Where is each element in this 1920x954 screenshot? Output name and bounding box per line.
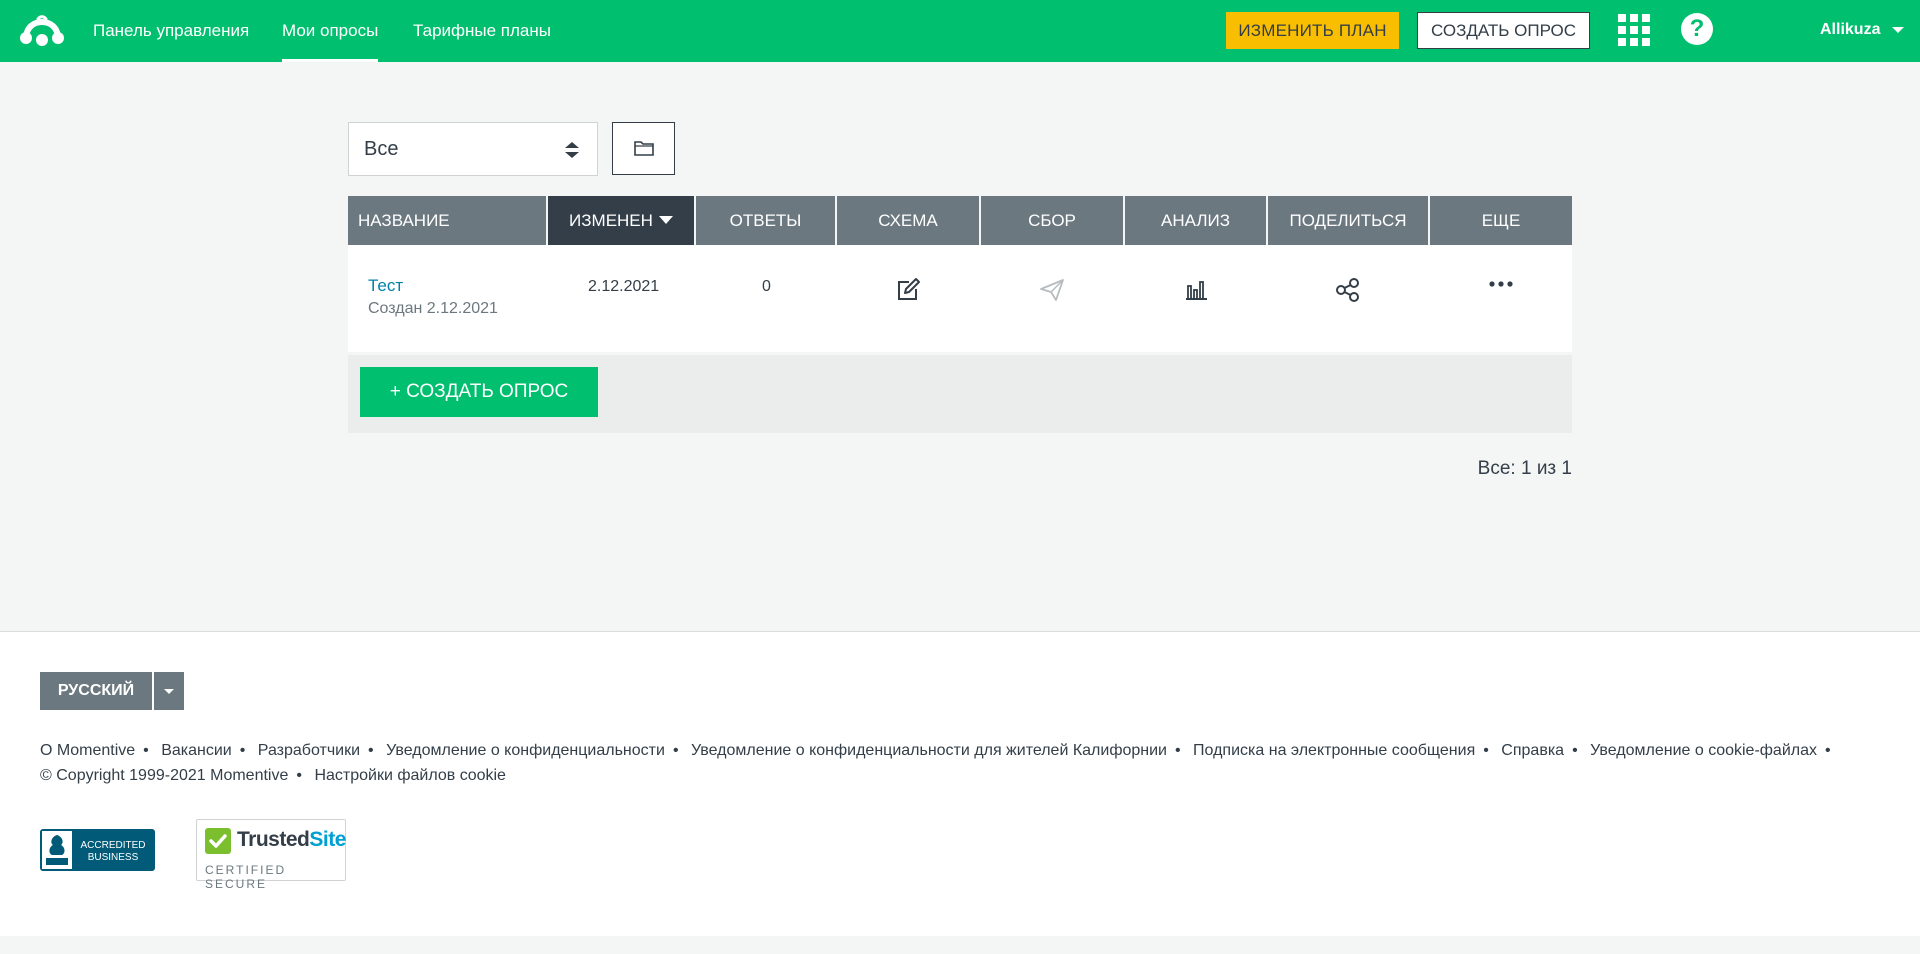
share-icon[interactable] xyxy=(1335,277,1361,303)
table-row: Тест Создан 2.12.2021 2.12.2021 0 xyxy=(348,245,1572,352)
footer-link-help[interactable]: Справка xyxy=(1501,742,1564,759)
copyright-text: © Copyright 1999-2021 Momentive xyxy=(40,767,289,784)
footer-link-email-opt-in[interactable]: Подписка на электронные сообщения xyxy=(1193,742,1475,759)
send-icon[interactable] xyxy=(1039,277,1065,303)
nav-plans-pricing[interactable]: Тарифные планы xyxy=(413,0,551,62)
footer-link-cookie-settings[interactable]: Настройки файлов cookie xyxy=(314,767,506,784)
caret-down-icon xyxy=(164,689,174,694)
footer-link-california-privacy[interactable]: Уведомление о конфиденциальности для жит… xyxy=(691,742,1167,759)
sort-arrows-icon xyxy=(565,142,579,158)
username-label: Allikuza xyxy=(1820,21,1881,38)
language-button[interactable]: РУССКИЙ xyxy=(40,672,152,710)
column-design: СХЕМА xyxy=(837,196,979,245)
trustedsite-subtitle: CERTIFIED SECURE xyxy=(205,863,287,891)
more-icon[interactable] xyxy=(1488,275,1514,301)
bbb-accredited-badge[interactable]: ACCREDITED BUSINESS xyxy=(40,829,155,871)
folder-button[interactable] xyxy=(612,122,675,175)
footer-link-careers[interactable]: Вакансии xyxy=(161,742,232,759)
column-modified[interactable]: ИЗМЕНЕН xyxy=(548,196,694,245)
column-title[interactable]: НАЗВАНИЕ xyxy=(348,196,546,245)
footer-link-developers[interactable]: Разработчики xyxy=(258,742,360,759)
create-survey-header-button[interactable]: СОЗДАТЬ ОПРОС xyxy=(1417,12,1590,49)
trustedsite-title: TrustedSite xyxy=(237,828,346,852)
pagination-summary: Все: 1 из 1 xyxy=(1477,458,1572,479)
footer-links: О Momentive • Вакансии • Разработчики • Уве… xyxy=(40,742,1831,784)
create-survey-bar: + СОЗДАТЬ ОПРОС xyxy=(348,355,1572,433)
nav-dashboard[interactable]: Панель управления xyxy=(93,0,249,62)
select-value: Все xyxy=(364,138,399,160)
survey-responses-count: 0 xyxy=(762,278,771,295)
survey-title-link[interactable]: Тест xyxy=(368,276,403,296)
column-share: ПОДЕЛИТЬСЯ xyxy=(1268,196,1428,245)
nav-my-surveys[interactable]: Мои опросы xyxy=(282,0,379,62)
user-account-menu[interactable]: Allikuza xyxy=(1820,0,1905,62)
edit-icon[interactable] xyxy=(895,277,921,303)
column-analyze: АНАЛИЗ xyxy=(1125,196,1266,245)
bbb-text-line1: ACCREDITED xyxy=(80,840,145,851)
surveymonkey-logo-icon[interactable] xyxy=(18,13,66,49)
create-survey-button[interactable]: + СОЗДАТЬ ОПРОС xyxy=(360,367,598,417)
survey-folder-select[interactable]: Все xyxy=(348,122,598,176)
column-more: ЕЩЕ xyxy=(1430,196,1572,245)
column-collect: СБОР xyxy=(981,196,1123,245)
column-responses[interactable]: ОТВЕТЫ xyxy=(696,196,835,245)
surveys-table: НАЗВАНИЕ ИЗМЕНЕН ОТВЕТЫ СХЕМА СБОР АНАЛИ… xyxy=(348,196,1572,433)
top-navigation-bar: Панель управления Мои опросы Тарифные пл… xyxy=(0,0,1920,62)
footer: РУССКИЙ О Momentive • Вакансии • Разработч… xyxy=(0,631,1920,936)
bar-chart-icon[interactable] xyxy=(1183,277,1209,303)
survey-created-date: Создан 2.12.2021 xyxy=(368,300,498,317)
footer-link-cookie-notice[interactable]: Уведомление о cookie-файлах xyxy=(1590,742,1817,759)
sort-desc-icon xyxy=(658,215,673,224)
bbb-text-line2: BUSINESS xyxy=(88,852,139,863)
footer-link-about[interactable]: О Momentive xyxy=(40,742,135,759)
trustedsite-title-b: Site xyxy=(309,828,346,851)
survey-modified-date: 2.12.2021 xyxy=(588,278,660,295)
bottom-strip xyxy=(0,936,1920,954)
table-header: НАЗВАНИЕ ИЗМЕНЕН ОТВЕТЫ СХЕМА СБОР АНАЛИ… xyxy=(348,196,1572,245)
column-modified-label: ИЗМЕНЕН xyxy=(569,211,653,230)
folder-icon xyxy=(634,141,654,156)
check-icon xyxy=(205,828,231,854)
trustedsite-title-a: Trusted xyxy=(237,828,310,851)
upgrade-plan-button[interactable]: ИЗМЕНИТЬ ПЛАН xyxy=(1226,12,1399,49)
apps-grid-icon[interactable] xyxy=(1618,14,1650,46)
footer-link-privacy[interactable]: Уведомление о конфиденциальности xyxy=(386,742,665,759)
help-icon[interactable]: ? xyxy=(1681,13,1713,45)
trustedsite-badge[interactable]: TrustedSite CERTIFIED SECURE xyxy=(196,819,346,891)
language-dropdown-toggle[interactable] xyxy=(154,672,184,710)
chevron-down-icon xyxy=(1892,26,1905,33)
